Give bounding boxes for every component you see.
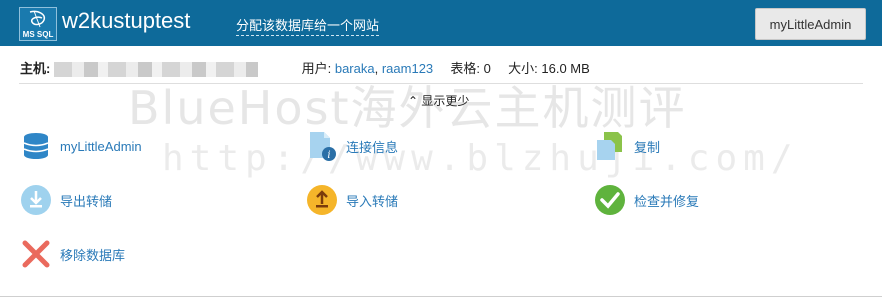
mylittleadmin-button[interactable]: myLittleAdmin [755, 8, 866, 40]
svg-text:i: i [327, 150, 330, 161]
copy-icon [594, 130, 626, 162]
action-export-dump[interactable]: 导出转储 [20, 184, 112, 216]
check-icon [594, 184, 626, 216]
remove-icon [20, 238, 52, 270]
show-less-label: 显示更少 [421, 94, 470, 108]
action-copy[interactable]: 复制 [594, 130, 660, 162]
action-connection-info[interactable]: i 连接信息 [306, 130, 398, 162]
export-dump-label: 导出转储 [60, 193, 113, 209]
remove-database-label: 移除数据库 [60, 247, 126, 263]
header-bar: MS SQL w2kustuptest 分配该数据库给一个网站 myLittle… [0, 0, 882, 46]
mylittleadmin-label: myLittleAdmin [60, 138, 142, 154]
database-icon [20, 130, 52, 162]
sql-server-icon [29, 10, 46, 28]
import-dump-label: 导入转储 [346, 193, 399, 209]
host-label: 主机: [20, 61, 51, 76]
assign-to-website-link[interactable]: 分配该数据库给一个网站 [236, 15, 380, 36]
database-title: w2kustuptest [62, 8, 191, 33]
divider [19, 83, 863, 84]
export-icon [20, 184, 52, 216]
action-import-dump[interactable]: 导入转储 [306, 184, 398, 216]
watermark-url: http://www.blzhuji.com/ [162, 138, 799, 179]
logo-text: MS SQL [22, 30, 54, 39]
action-mylittleadmin[interactable]: myLittleAdmin [20, 130, 142, 162]
connection-info-icon: i [306, 130, 338, 162]
check-repair-label: 检查并修复 [634, 193, 700, 209]
action-check-repair[interactable]: 检查并修复 [594, 184, 699, 216]
connection-info-label: 连接信息 [346, 139, 399, 155]
import-icon [306, 184, 338, 216]
copy-label: 复制 [634, 139, 661, 155]
bottom-border [0, 296, 882, 297]
show-less-toggle[interactable]: ⌃ 显示更少 [408, 92, 469, 109]
action-remove-database[interactable]: 移除数据库 [20, 238, 125, 270]
mssql-logo: MS SQL [19, 7, 57, 41]
chevron-up-icon: ⌃ [408, 94, 419, 108]
